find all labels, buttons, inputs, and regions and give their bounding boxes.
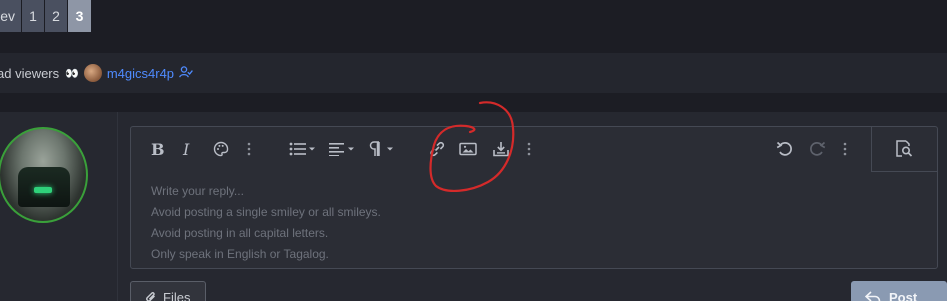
align-left-icon[interactable] (329, 139, 355, 159)
paperclip-icon (145, 290, 157, 301)
link-icon[interactable] (428, 139, 446, 159)
preview-search-icon[interactable] (893, 139, 915, 159)
placeholder-line: Avoid posting a single smiley or all smi… (151, 205, 381, 219)
bold-button[interactable]: B (151, 139, 165, 159)
post-reply-button[interactable]: Post (851, 281, 947, 301)
list-icon[interactable] (289, 139, 315, 159)
more-vertical-icon[interactable] (247, 139, 251, 159)
reply-icon (865, 291, 881, 301)
placeholder-line: Only speak in English or Tagalog. (151, 247, 329, 261)
files-label: Files (163, 289, 191, 301)
palette-icon[interactable] (213, 139, 229, 159)
viewer-username-link[interactable]: m4gics4r4p (107, 66, 174, 81)
more-vertical-icon[interactable] (843, 139, 847, 159)
page-1-button[interactable]: 1 (22, 0, 44, 32)
undo-icon[interactable] (776, 139, 794, 159)
prev-page-button[interactable]: ev (0, 0, 21, 32)
page-2-button[interactable]: 2 (45, 0, 67, 32)
viewers-label: ad viewers (0, 65, 60, 81)
post-label: Post (889, 289, 918, 301)
viewer-avatar[interactable] (83, 64, 102, 82)
image-icon[interactable] (459, 139, 477, 159)
eyes-emoji: 👀 (65, 67, 79, 80)
reply-editor[interactable]: B I Write your reply... Avoid posting a … (130, 126, 938, 269)
toolbar-separator (871, 127, 872, 171)
user-check-icon (179, 65, 193, 81)
pilcrow-icon[interactable] (369, 139, 395, 159)
avatar-column-divider (117, 112, 118, 301)
placeholder-line: Avoid posting in all capital letters. (151, 226, 329, 240)
attach-files-button[interactable]: Files (130, 281, 206, 301)
pagination: ev 1 2 3 (0, 0, 92, 32)
avatar-image-light (34, 187, 52, 193)
toolbar-underline (871, 171, 938, 172)
download-icon[interactable] (492, 139, 510, 159)
placeholder-line: Write your reply... (151, 184, 244, 198)
more-vertical-icon[interactable] (527, 139, 531, 159)
italic-button[interactable]: I (183, 139, 189, 159)
editor-placeholder: Write your reply... Avoid posting a sing… (151, 181, 381, 265)
editor-toolbar: B I (131, 127, 871, 171)
page-3-current[interactable]: 3 (68, 0, 91, 32)
user-avatar[interactable] (0, 127, 88, 223)
thread-viewers-bar: ad viewers 👀 m4gics4r4p (0, 53, 947, 93)
redo-icon[interactable] (808, 139, 826, 159)
